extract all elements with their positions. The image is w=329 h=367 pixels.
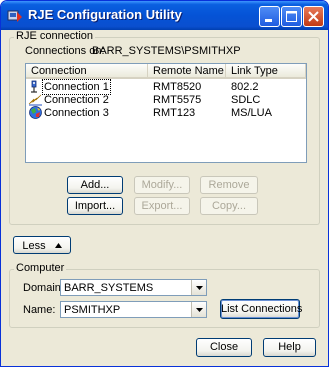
close-button[interactable]: Close xyxy=(196,338,252,357)
import-button[interactable]: Import... xyxy=(67,197,123,215)
name-label: Name: xyxy=(23,304,56,316)
globe-icon xyxy=(28,105,43,120)
title-bar[interactable]: RJE Configuration Utility xyxy=(1,1,328,30)
name-select-value: PSMITHXP xyxy=(64,304,121,316)
connection-name: Connection 3 xyxy=(44,107,109,119)
link-type: MS/LUA xyxy=(231,107,272,119)
modify-button[interactable]: Modify... xyxy=(134,176,190,194)
remote-name: RMT8520 xyxy=(153,81,202,93)
chevron-down-icon[interactable] xyxy=(191,302,206,317)
computer-group-label: Computer xyxy=(14,262,67,274)
rje-connection-group-label: RJE connection xyxy=(14,30,96,42)
link-type: SDLC xyxy=(231,94,261,106)
connection-name: Connection 1 xyxy=(42,79,111,95)
name-select[interactable]: PSMITHXP xyxy=(60,301,207,318)
domain-label: Domain: xyxy=(23,282,64,294)
column-header-connection[interactable]: Connection xyxy=(26,64,148,79)
connection-name: Connection 2 xyxy=(44,94,109,106)
domain-select-value: BARR_SYSTEMS xyxy=(64,282,154,294)
remote-name: RMT123 xyxy=(153,107,196,119)
close-icon xyxy=(308,11,319,22)
help-button[interactable]: Help xyxy=(263,338,316,357)
link-type: 802.2 xyxy=(231,81,259,93)
list-header: Connection Remote Name Link Type xyxy=(26,64,306,79)
column-header-link-type[interactable]: Link Type xyxy=(226,64,306,79)
minimize-button[interactable] xyxy=(259,6,280,27)
export-button[interactable]: Export... xyxy=(134,197,190,215)
maximize-icon xyxy=(286,11,297,22)
add-button[interactable]: Add... xyxy=(67,176,123,194)
chevron-down-icon[interactable] xyxy=(191,280,206,295)
chevron-up-icon xyxy=(54,237,62,253)
list-row-connection-1[interactable]: Connection 1 RMT8520 802.2 xyxy=(26,79,306,95)
remote-name: RMT5575 xyxy=(153,94,202,106)
domain-select[interactable]: BARR_SYSTEMS xyxy=(60,279,207,296)
list-row-connection-3[interactable]: Connection 3 RMT123 MS/LUA xyxy=(26,106,306,120)
column-header-remote-name[interactable]: Remote Name xyxy=(148,64,226,79)
connections-on-value: BARR_SYSTEMS\PSMITHXP xyxy=(92,45,241,57)
close-window-button[interactable] xyxy=(303,6,324,27)
less-button-label: Less xyxy=(22,240,46,252)
list-row-connection-2[interactable]: Connection 2 RMT5575 SDLC xyxy=(26,93,306,107)
rje-app-icon xyxy=(7,8,23,24)
rje-configuration-window: RJE Configuration Utility RJE connection… xyxy=(0,0,329,367)
connection-list[interactable]: Connection Remote Name Link Type Connect… xyxy=(25,63,307,163)
less-button[interactable]: Less xyxy=(13,236,71,254)
minimize-icon xyxy=(265,19,272,22)
copy-button[interactable]: Copy... xyxy=(200,197,258,215)
maximize-button[interactable] xyxy=(281,6,302,27)
window-title: RJE Configuration Utility xyxy=(28,7,182,22)
remove-button[interactable]: Remove xyxy=(200,176,258,194)
list-connections-button[interactable]: List Connections xyxy=(220,299,302,319)
